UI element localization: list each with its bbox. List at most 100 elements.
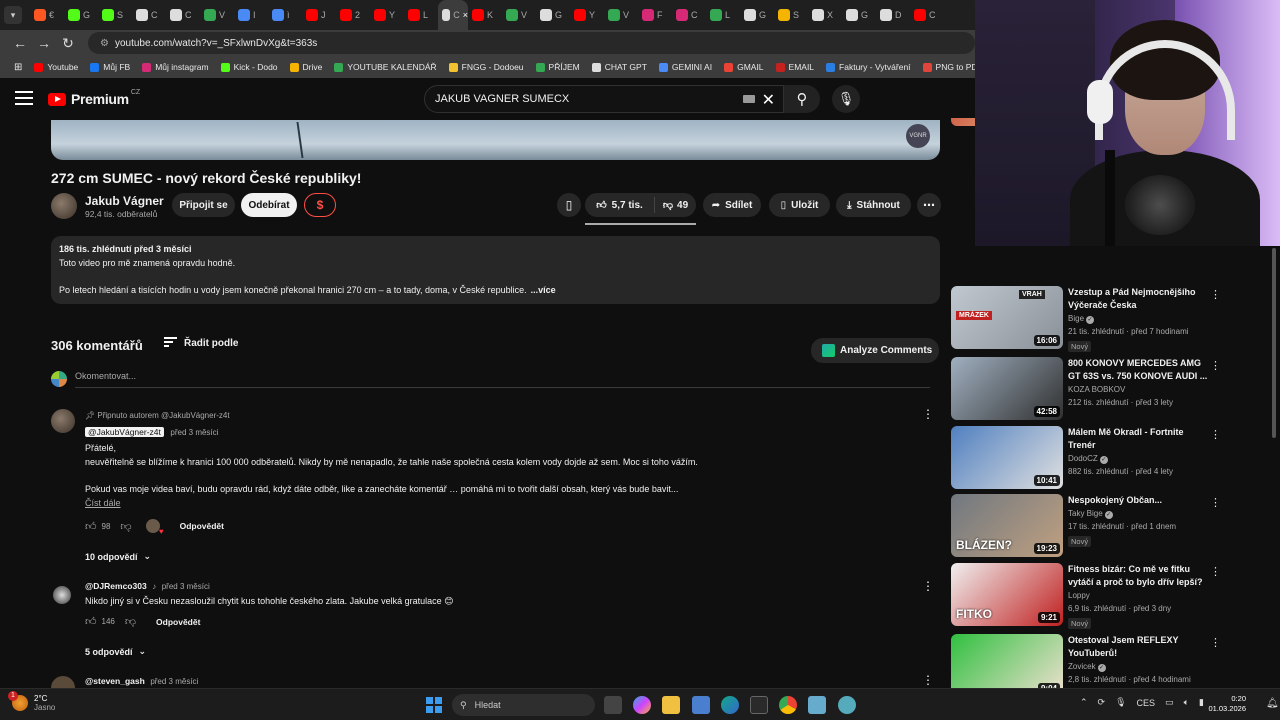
clock[interactable]: 0:20 01.03.2026 (1206, 694, 1246, 714)
bookmark-item[interactable]: FNGG - Dodoeu (443, 62, 530, 72)
save-button[interactable]: ▯ Uložit (769, 193, 830, 217)
browser-tab[interactable]: X (808, 0, 842, 30)
browser-tab[interactable]: ì (268, 0, 302, 30)
store-icon[interactable] (692, 696, 710, 714)
bookmark-item[interactable]: GEMINI AI (653, 62, 718, 72)
browser-tab[interactable]: L (706, 0, 740, 30)
join-button[interactable]: Připojit se (172, 193, 235, 217)
reply-button[interactable]: Odpovědět (156, 617, 200, 627)
browser-tab[interactable]: J (302, 0, 336, 30)
video-menu-icon[interactable]: ⋮ (1210, 636, 1221, 649)
browser-tab[interactable]: S (774, 0, 808, 30)
channel-watermark[interactable]: VGNR (906, 124, 930, 148)
recommended-video[interactable]: VRAH MRÁZEK 16:06 Vzestup a Pád Nejmocnější… (950, 286, 1280, 352)
browser-tab[interactable]: Y (370, 0, 404, 30)
analyze-comments-button[interactable]: Analyze Comments (811, 338, 939, 363)
recommended-channel[interactable]: Bige ✓ (1068, 314, 1095, 324)
bookmark-item[interactable]: GMAIL (718, 62, 769, 72)
show-more-link[interactable]: ...více (531, 285, 556, 295)
comment-menu-icon[interactable]: ⋮ (922, 579, 934, 593)
bookmark-item[interactable]: CHAT GPT (586, 62, 653, 72)
recommended-video[interactable]: 42:58 800 KONOVY MERCEDES AMG GT 63S vs. … (950, 357, 1280, 421)
terminal-icon[interactable] (750, 696, 768, 714)
search-button[interactable]: ⚲ (784, 85, 820, 113)
browser-tab[interactable]: Y (570, 0, 604, 30)
sync-icon[interactable]: ⟳ (1098, 697, 1106, 708)
network-app-icon[interactable] (838, 696, 856, 714)
comment-dislike-button[interactable]: 👎︎ (125, 615, 136, 628)
recommended-channel[interactable]: KOZA BOBKOV (1068, 385, 1125, 394)
browser-tab[interactable]: C × (438, 0, 468, 30)
bookmark-item[interactable]: Faktury - Vytváření (820, 62, 916, 72)
task-view-icon[interactable] (604, 696, 622, 714)
bookmark-item[interactable]: PŘÍJEM (530, 62, 586, 72)
recommended-video-title[interactable]: Fitness bizár: Co mě ve fitku vytáčí a p… (1068, 563, 1208, 589)
bookmark-item[interactable]: YOUTUBE KALENDÁŘ (328, 62, 442, 72)
weather-widget[interactable]: 1 2°C Jasno (8, 691, 55, 712)
notepad-icon[interactable] (808, 696, 826, 714)
back-icon[interactable]: ← (8, 32, 32, 54)
like-button[interactable]: 👍︎ 5,7 tis. (585, 197, 655, 213)
channel-name[interactable]: Jakub Vágner (85, 194, 164, 208)
reload-icon[interactable]: ↻ (56, 32, 80, 54)
bookmark-item[interactable]: Můj instagram (136, 62, 214, 72)
notification-bell-icon[interactable]: 🔔︎ (1266, 698, 1279, 709)
video-thumbnail[interactable]: 9:04 (951, 634, 1063, 688)
browser-tab[interactable]: G (740, 0, 774, 30)
video-menu-icon[interactable]: ⋮ (1210, 288, 1221, 301)
browser-tab[interactable]: G (64, 0, 98, 30)
scrollbar-thumb[interactable] (1272, 248, 1276, 438)
comment-time[interactable]: před 3 měsíci (162, 582, 210, 591)
volume-icon[interactable]: 🔈︎ (1184, 697, 1189, 708)
recommended-video[interactable]: 10:41 Málem Mě Okradl - Fortnite Trenér Do… (950, 426, 1280, 490)
search-input[interactable]: JAKUB VAGNER SUMECX ✕ (424, 85, 784, 113)
apps-icon[interactable]: ⊞ (8, 62, 28, 73)
browser-tab[interactable]: G (536, 0, 570, 30)
comment-menu-icon[interactable]: ⋮ (922, 673, 934, 687)
browser-tab[interactable]: C (166, 0, 200, 30)
browser-tab[interactable]: V (604, 0, 638, 30)
commenter-handle[interactable]: @JakubVágner-z4t (85, 427, 164, 437)
commenter-avatar[interactable] (51, 676, 75, 688)
recommended-video-title[interactable]: Otestoval Jsem REFLEXY YouTuberů! (1068, 634, 1208, 660)
commenter-handle[interactable]: @DJRemco303 (85, 581, 147, 591)
bookmark-item[interactable]: EMAIL (770, 62, 821, 72)
video-menu-icon[interactable]: ⋮ (1210, 359, 1221, 372)
download-button[interactable]: ⤓ Stáhnout (836, 193, 911, 217)
bookmark-item[interactable]: PNG to PDF (917, 62, 975, 72)
browser-tab[interactable]: I (234, 0, 268, 30)
browser-tab[interactable]: C (672, 0, 706, 30)
video-thumbnail[interactable]: 10:41 (951, 426, 1063, 489)
reply-button[interactable]: Odpovědět (180, 521, 224, 531)
video-menu-icon[interactable]: ⋮ (1210, 428, 1221, 441)
video-thumbnail[interactable]: VRAH MRÁZEK 16:06 (951, 286, 1063, 349)
chevron-up-icon[interactable]: ⌃ (1080, 697, 1088, 708)
video-thumbnail[interactable]: 42:58 (951, 357, 1063, 420)
read-more-link[interactable]: Číst dále (85, 498, 121, 508)
browser-tab[interactable]: K (468, 0, 502, 30)
video-thumbnail[interactable]: BLÁZEN? 19:23 (951, 494, 1063, 557)
taskbar-search[interactable]: ⚲ Hledat (452, 694, 595, 716)
description-box[interactable]: 186 tis. zhlédnutí před 3 měsíci Toto vi… (51, 236, 940, 304)
recommended-video-title[interactable]: 800 KONOVY MERCEDES AMG GT 63S vs. 750 K… (1068, 357, 1208, 383)
video-menu-icon[interactable]: ⋮ (1210, 496, 1221, 509)
browser-tab[interactable]: V (502, 0, 536, 30)
video-player[interactable]: VGNR (51, 120, 940, 160)
microphone-icon[interactable]: 🎙 (1115, 697, 1126, 708)
subscribe-button[interactable]: Odebírat (241, 193, 297, 217)
comment-menu-icon[interactable]: ⋮ (922, 407, 934, 421)
browser-tab[interactable]: C (132, 0, 166, 30)
more-actions-button[interactable]: ⋯ (917, 193, 941, 217)
sort-comments-button[interactable]: Řadit podle (164, 337, 238, 349)
browser-tab[interactable]: C (910, 0, 944, 30)
recommended-channel[interactable]: Zovicek ✓ (1068, 662, 1106, 672)
comment-like-button[interactable]: 👍︎ (85, 520, 97, 533)
url-field[interactable]: ⚙ youtube.com/watch?v=_SFxlwnDvXg&t=363s (88, 32, 975, 54)
comment-input[interactable]: Okomentovat... (75, 371, 930, 388)
recommended-video[interactable]: FITKO 9:21 Fitness bizár: Co mě ve fitku v… (950, 563, 1280, 629)
recommended-video-title[interactable]: Vzestup a Pád Nejmocnějšího Výčerače Čes… (1068, 286, 1208, 312)
recommended-video[interactable]: 9:04Otestoval Jsem REFLEXY YouTuberů! Zov… (950, 634, 1280, 688)
voice-search-button[interactable]: 🎙 (832, 85, 860, 113)
site-info-icon[interactable]: ⚙ (100, 38, 109, 49)
youtube-premium-logo[interactable]: Premium CZ (48, 89, 143, 107)
